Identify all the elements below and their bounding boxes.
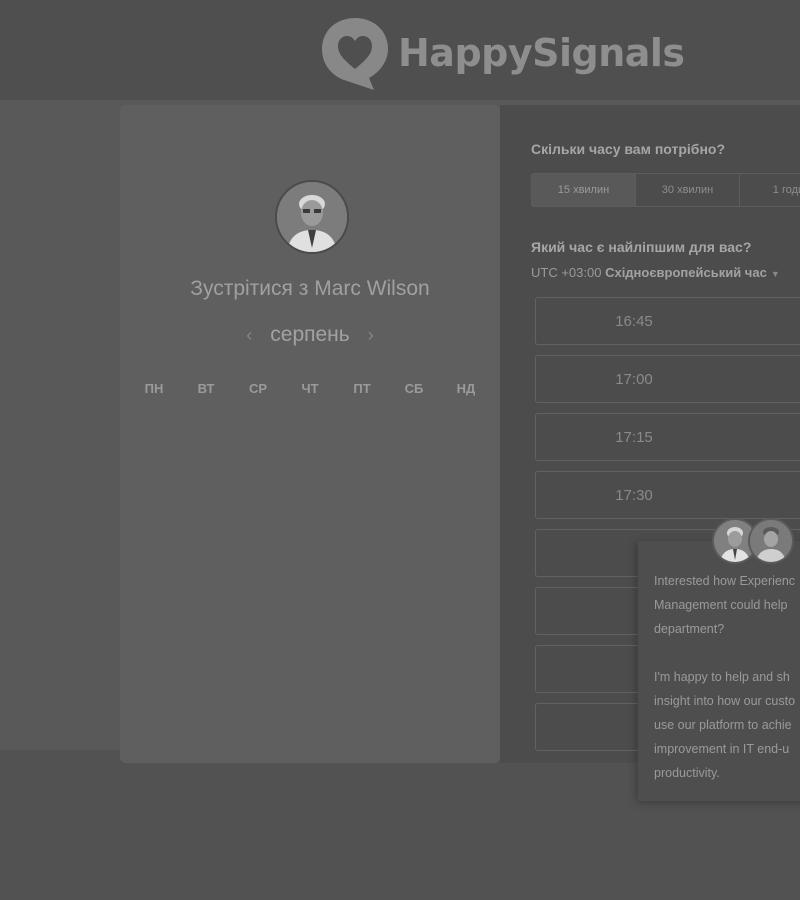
weekday-label: СР [248, 381, 268, 396]
chat-line: Management could help [654, 598, 788, 612]
caret-down-icon: ▼ [770, 269, 780, 279]
duration-option-30[interactable]: 30 хвилин [636, 174, 740, 206]
chat-popup[interactable]: Interested how Experienc Management coul… [638, 541, 800, 801]
duration-option-15[interactable]: 15 хвилин [532, 174, 636, 206]
brand-name: HappySignals [398, 31, 685, 75]
time-slot-label: 17:30 [615, 486, 653, 504]
chat-line: insight into how our custo [654, 694, 796, 708]
person-avatar-icon [750, 520, 792, 562]
calendar-card: Зустрітися з Marc Wilson ‹ серпень › ПН … [120, 105, 500, 763]
timezone-selector[interactable]: UTC +03:00 Східноєвропейський час ▼ [531, 265, 780, 280]
chevron-left-icon[interactable]: ‹ [246, 325, 252, 346]
time-slot-label: 17:00 [615, 370, 653, 388]
time-slot-label: 17:15 [615, 428, 653, 446]
chat-agent-avatars [712, 518, 794, 568]
chevron-right-icon[interactable]: › [368, 325, 374, 346]
duration-option-60[interactable]: 1 годин [740, 174, 800, 206]
time-slot-label: 16:45 [615, 312, 653, 330]
time-slot[interactable]: 17:15 [535, 413, 800, 461]
month-label: серпень [270, 323, 350, 346]
time-slot[interactable]: 16:45 [535, 297, 800, 345]
timezone-name: Східноєвропейський час [605, 265, 767, 280]
heart-speech-bubble-icon [322, 18, 388, 90]
chat-line: department? [654, 622, 725, 636]
month-navigation: ‹ серпень › [120, 323, 500, 347]
weekday-label: ЧТ [301, 381, 319, 396]
scheduler-page: HappySignals Зустрітися з Marc Wilson ‹ … [0, 0, 800, 900]
weekday-header: ПН ВТ СР ЧТ ПТ СБ НД [120, 381, 500, 396]
time-slot[interactable]: 17:30 [535, 471, 800, 519]
host-avatar [275, 180, 349, 254]
chat-line: Interested how Experienc [654, 574, 796, 588]
weekday-label: НД [456, 381, 476, 396]
duration-question: Скільки часу вам потрібно? [531, 141, 726, 157]
header: HappySignals [0, 0, 800, 100]
time-slot[interactable]: 17:00 [535, 355, 800, 403]
meeting-title: Зустрітися з Marc Wilson [190, 277, 430, 300]
chat-line: I'm happy to help and sh [654, 670, 790, 684]
time-question: Який час є найліпшим для вас? [531, 239, 752, 255]
weekday-label: ПТ [353, 381, 371, 396]
chat-message: Interested how Experienc Management coul… [654, 569, 800, 785]
weekday-label: СБ [404, 381, 424, 396]
weekday-label: ПН [144, 381, 164, 396]
chat-line: productivity. [654, 766, 720, 780]
timezone-offset: UTC +03:00 [531, 265, 602, 280]
person-avatar-icon [277, 182, 347, 252]
chat-agent-avatar [748, 518, 794, 564]
chat-line: improvement in IT end-u [654, 742, 790, 756]
weekday-label: ВТ [197, 381, 215, 396]
duration-selector: 15 хвилин 30 хвилин 1 годин [531, 173, 800, 207]
brand-logo: HappySignals [320, 14, 685, 92]
chat-line: use our platform to achie [654, 718, 792, 732]
